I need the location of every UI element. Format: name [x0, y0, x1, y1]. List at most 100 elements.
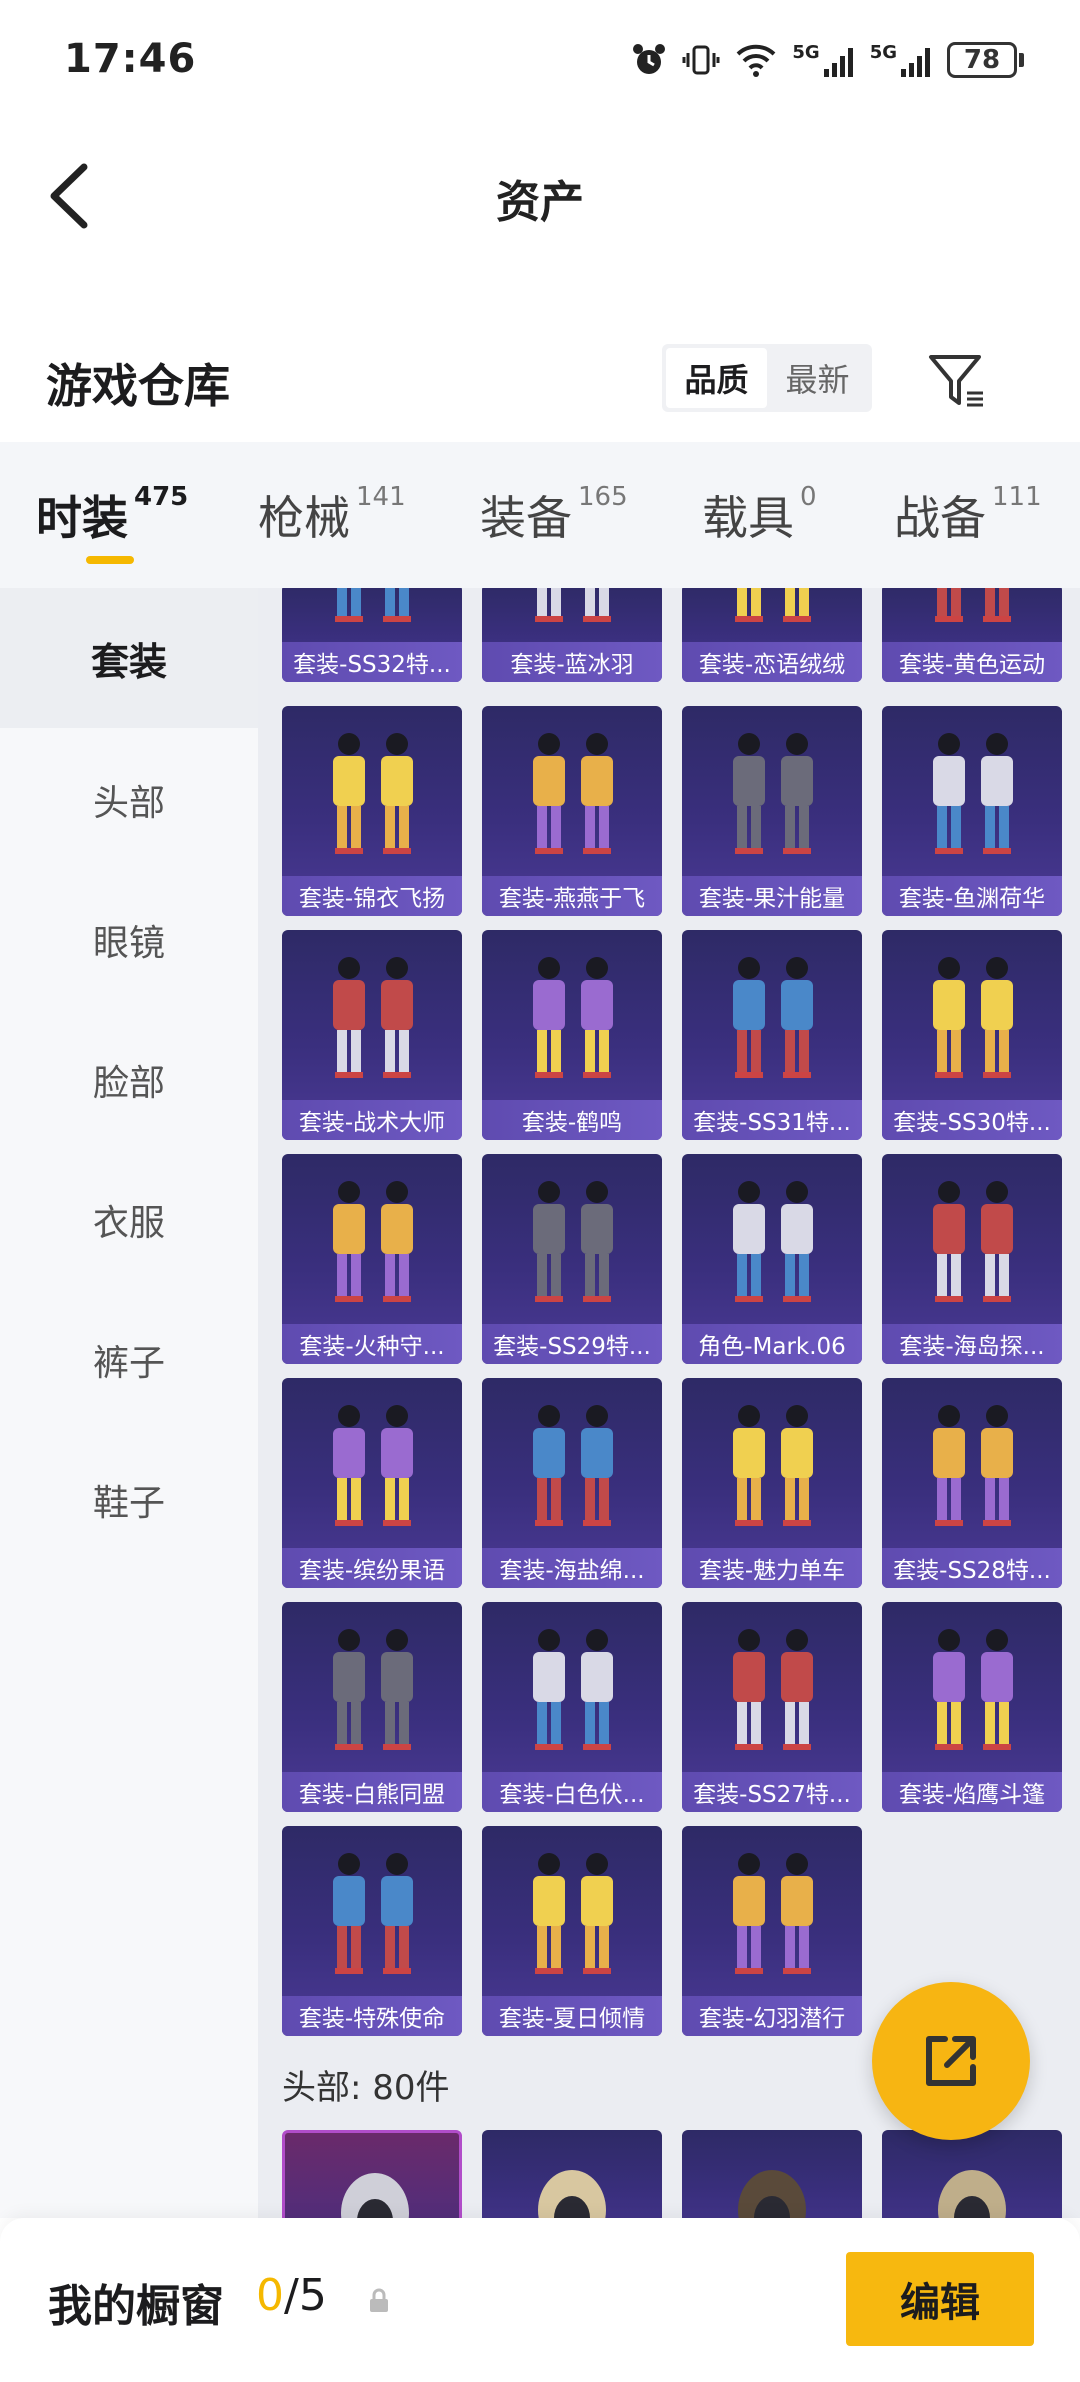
- item-grid: 套装-SS32特... 套装-蓝冰羽 套装-恋语绒绒 套装-黄色运动 套装-锦衣飞扬 套装…: [258, 588, 1080, 2218]
- outfit-name: 套装-海岛探...: [882, 1324, 1062, 1364]
- outfit-thumbnail: [882, 1378, 1062, 1548]
- outfit-thumbnail: [482, 930, 662, 1100]
- tab-count: 475: [134, 482, 189, 512]
- head-item-card[interactable]: [682, 2130, 862, 2218]
- outfit-name: 套装-恋语绒绒: [682, 642, 862, 682]
- sidebar-item-face[interactable]: 脸部: [0, 1010, 258, 1150]
- head-item-card[interactable]: [882, 2130, 1062, 2218]
- outfit-thumbnail: [282, 706, 462, 876]
- sort-option-newest[interactable]: 最新: [767, 348, 868, 408]
- outfit-thumbnail: [482, 1378, 662, 1548]
- outfit-name: 套装-SS29特...: [482, 1324, 662, 1364]
- outfit-name: 套装-SS31特...: [682, 1100, 862, 1140]
- sidebar-item-shoes[interactable]: 鞋子: [0, 1430, 258, 1570]
- outfit-thumbnail: [882, 706, 1062, 876]
- section-label-head: 头部: 80件: [282, 2068, 450, 2108]
- showcase-current: 0: [256, 2270, 284, 2321]
- outfit-card[interactable]: 套装-黄色运动: [882, 588, 1062, 682]
- filter-icon: [929, 355, 983, 407]
- warehouse-title: 游戏仓库: [46, 359, 230, 413]
- outfit-card[interactable]: 套装-幻羽潜行: [682, 1826, 862, 2036]
- vibrate-icon: [682, 41, 720, 79]
- outfit-thumbnail: [682, 1154, 862, 1324]
- outfit-card[interactable]: 套装-夏日倾情: [482, 1826, 662, 2036]
- outfit-thumbnail: [282, 588, 462, 644]
- status-icons: 5G 5G 78: [630, 38, 1024, 82]
- head-item-card[interactable]: [482, 2130, 662, 2218]
- sidebar-item-glasses[interactable]: 眼镜: [0, 870, 258, 1010]
- outfit-name: 套装-鱼渊荷华: [882, 876, 1062, 916]
- network-type-label: 5G: [869, 41, 897, 63]
- outfit-name: 套装-特殊使命: [282, 1996, 462, 2036]
- status-bar: 17:46 5G 5G 78: [0, 0, 1080, 120]
- battery-level: 78: [947, 42, 1017, 78]
- sidebar-item-head[interactable]: 头部: [0, 730, 258, 870]
- outfit-card[interactable]: 套装-战术大师: [282, 930, 462, 1140]
- outfit-card[interactable]: 套装-SS29特...: [482, 1154, 662, 1364]
- outfit-card[interactable]: 套装-海盐绵...: [482, 1378, 662, 1588]
- tab-count: 165: [578, 482, 628, 512]
- outfit-card[interactable]: 套装-焰鹰斗篷: [882, 1602, 1062, 1812]
- outfit-card[interactable]: 套装-恋语绒绒: [682, 588, 862, 682]
- category-tabs: 时装 475 枪械 141 装备 165 载具 0 战备 111: [0, 442, 1080, 588]
- outfit-card[interactable]: 套装-鹤鸣: [482, 930, 662, 1140]
- outfit-card[interactable]: 套装-SS32特...: [282, 588, 462, 682]
- outfit-card[interactable]: 套装-白色伏...: [482, 1602, 662, 1812]
- outfit-thumbnail: [882, 930, 1062, 1100]
- signal-icon-2: 5G: [870, 42, 933, 79]
- outfit-thumbnail: [482, 706, 662, 876]
- outfit-name: 套装-SS32特...: [282, 642, 462, 682]
- outfit-thumbnail: [482, 1826, 662, 1996]
- head-item-thumbnail: [285, 2133, 459, 2218]
- outfit-thumbnail: [682, 1826, 862, 1996]
- filter-button[interactable]: [922, 346, 992, 416]
- tab-count: 0: [800, 482, 817, 512]
- outfit-card[interactable]: 套装-鱼渊荷华: [882, 706, 1062, 916]
- outfit-thumbnail: [282, 1602, 462, 1772]
- showcase-bar: 我的橱窗 0/5 编辑: [0, 2218, 1080, 2382]
- alarm-icon: [630, 41, 668, 79]
- outfit-thumbnail: [282, 1826, 462, 1996]
- tab-vehicles[interactable]: 载具 0: [702, 482, 817, 548]
- sidebar-item-pants[interactable]: 裤子: [0, 1290, 258, 1430]
- outfit-card[interactable]: 角色-Mark.06: [682, 1154, 862, 1364]
- tab-supplies[interactable]: 战备 111: [894, 482, 1042, 548]
- outfit-card[interactable]: 套装-果汁能量: [682, 706, 862, 916]
- outfit-name: 套装-SS30特...: [882, 1100, 1062, 1140]
- outfit-card[interactable]: 套装-白熊同盟: [282, 1602, 462, 1812]
- outfit-card[interactable]: 套装-SS28特...: [882, 1378, 1062, 1588]
- nav-bar: 资产: [0, 120, 1080, 260]
- outfit-card[interactable]: 套装-特殊使命: [282, 1826, 462, 2036]
- tab-fashion[interactable]: 时装 475: [36, 482, 188, 548]
- outfit-card[interactable]: 套装-锦衣飞扬: [282, 706, 462, 916]
- outfit-card[interactable]: 套装-燕燕于飞: [482, 706, 662, 916]
- outfit-card[interactable]: 套装-SS31特...: [682, 930, 862, 1140]
- outfit-name: 角色-Mark.06: [682, 1324, 862, 1364]
- sidebar-item-suits[interactable]: 套装: [0, 588, 258, 728]
- sort-option-quality[interactable]: 品质: [666, 348, 767, 408]
- outfit-card[interactable]: 套装-缤纷果语: [282, 1378, 462, 1588]
- outfit-card[interactable]: 套装-蓝冰羽: [482, 588, 662, 682]
- outfit-name: 套装-幻羽潜行: [682, 1996, 862, 2036]
- outfit-name: 套装-海盐绵...: [482, 1548, 662, 1588]
- showcase-title: 我的橱窗: [48, 2281, 224, 2332]
- outfit-card[interactable]: 套装-魅力单车: [682, 1378, 862, 1588]
- wifi-icon: [734, 42, 778, 78]
- share-fab-button[interactable]: [872, 1982, 1030, 2140]
- outfit-card[interactable]: 套装-SS30特...: [882, 930, 1062, 1140]
- head-item-card[interactable]: [282, 2130, 462, 2218]
- tab-equipment[interactable]: 装备 165: [480, 482, 628, 548]
- tab-label: 枪械: [258, 491, 350, 545]
- outfit-thumbnail: [882, 1602, 1062, 1772]
- sidebar-item-clothes[interactable]: 衣服: [0, 1150, 258, 1290]
- outfit-name: 套装-SS28特...: [882, 1548, 1062, 1588]
- network-type-label: 5G: [792, 41, 820, 63]
- tab-guns[interactable]: 枪械 141: [258, 482, 406, 548]
- page-title: 资产: [496, 177, 584, 228]
- outfit-card[interactable]: 套装-火种守...: [282, 1154, 462, 1364]
- outfit-card[interactable]: 套装-SS27特...: [682, 1602, 862, 1812]
- edit-button[interactable]: 编辑: [846, 2252, 1034, 2346]
- outfit-thumbnail: [682, 1378, 862, 1548]
- outfit-name: 套装-果汁能量: [682, 876, 862, 916]
- outfit-card[interactable]: 套装-海岛探...: [882, 1154, 1062, 1364]
